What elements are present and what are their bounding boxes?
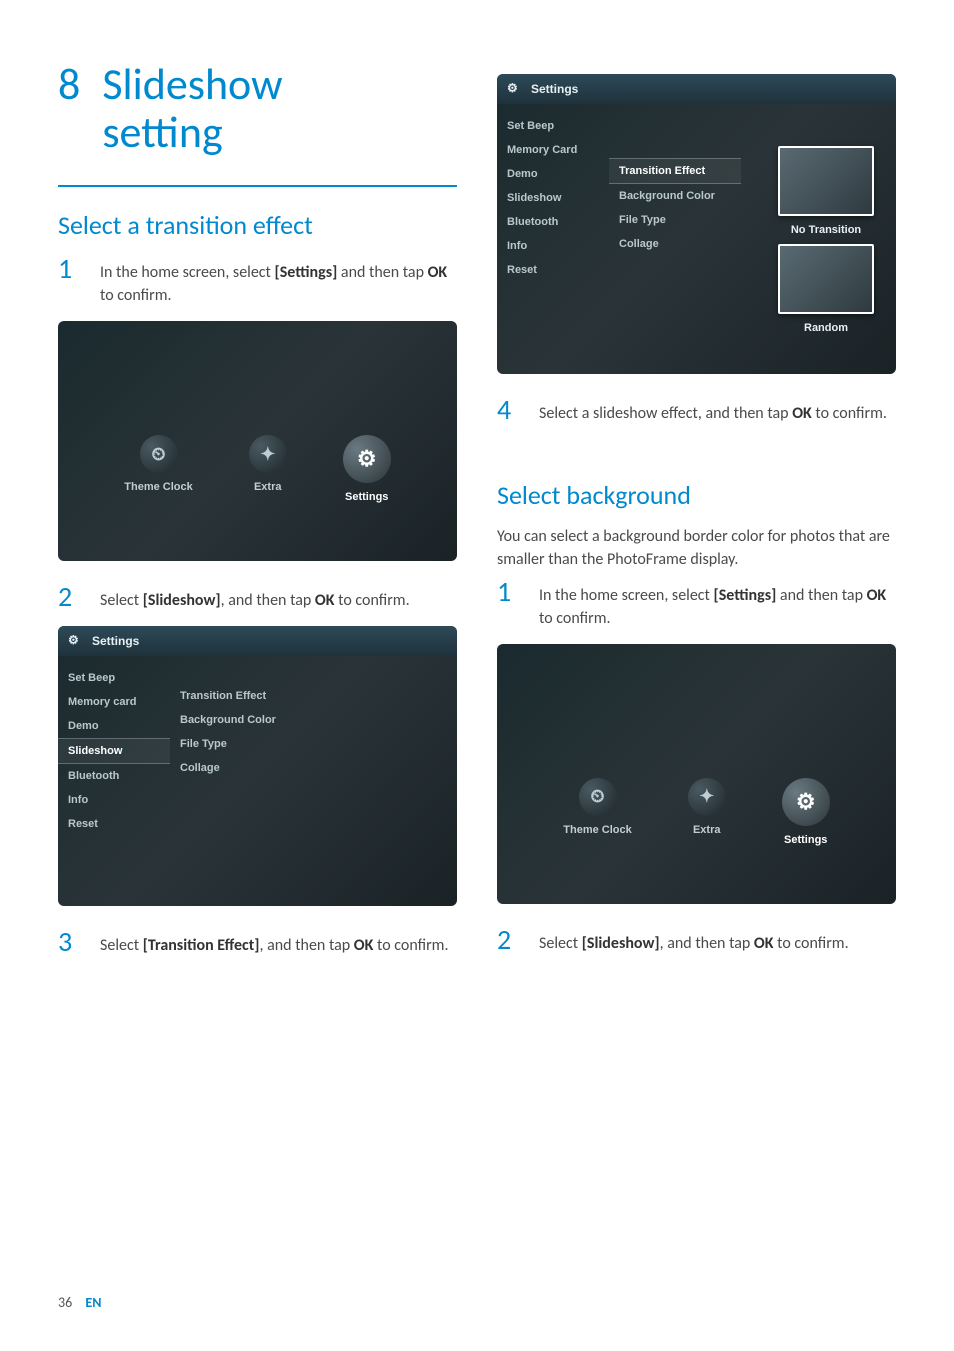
section-b-intro: You can select a background border color… — [497, 525, 896, 571]
preview-thumbnail — [778, 244, 874, 314]
step-a1: 1 In the home screen, select [Settings] … — [58, 255, 457, 307]
sublist-item: Collage — [170, 756, 302, 780]
sidebar-item: Info — [58, 788, 170, 812]
step-number: 4 — [497, 396, 539, 424]
sidebar-item: Bluetooth — [58, 764, 170, 788]
step-number: 3 — [58, 928, 100, 956]
step-text: In the home screen, select [Settings] an… — [100, 255, 457, 307]
page-number: 36 — [58, 1294, 72, 1311]
home-icon-settings: ⚙ Settings — [782, 778, 830, 846]
preview-thumbnail — [778, 146, 874, 216]
screenshot-home-2: ⏲ Theme Clock ✦ Extra ⚙ Settings — [497, 644, 896, 904]
sidebar-item-selected: Slideshow — [58, 738, 170, 764]
page-lang: EN — [85, 1294, 101, 1311]
sublist-item-selected: Transition Effect — [609, 158, 741, 184]
step-number: 2 — [58, 583, 100, 611]
sublist-item: Background Color — [609, 184, 741, 208]
sidebar-item: Set Beep — [58, 666, 170, 690]
screenshot-home: ⏲ Theme Clock ✦ Extra ⚙ Settings — [58, 321, 457, 561]
step-text: Select a slideshow effect, and then tap … — [539, 396, 887, 425]
section-a-heading: Select a transition effect — [58, 209, 457, 241]
sublist-item: Background Color — [170, 708, 302, 732]
puzzle-icon: ✦ — [260, 444, 275, 465]
sidebar-item: Demo — [58, 714, 170, 738]
sublist-item: Collage — [609, 232, 741, 256]
sidebar-item: Demo — [497, 162, 609, 186]
step-a3: 3 Select [Transition Effect], and then t… — [58, 928, 457, 957]
sublist-item: File Type — [170, 732, 302, 756]
sidebar-item: Reset — [497, 258, 609, 282]
clock-icon: ⏲ — [151, 444, 165, 465]
home-icon-theme-clock: ⏲ Theme Clock — [563, 778, 631, 846]
step-b1: 1 In the home screen, select [Settings] … — [497, 578, 896, 630]
sublist-item: File Type — [609, 208, 741, 232]
screenshot-transition-effect: ⚙ Settings Set Beep Memory Card Demo Sli… — [497, 74, 896, 374]
step-number: 2 — [497, 926, 539, 954]
gear-icon: ⚙ — [796, 789, 816, 815]
step-number: 1 — [497, 578, 539, 606]
chapter-heading: 8 Slideshow setting — [58, 60, 457, 157]
window-title: Settings — [531, 82, 578, 96]
screenshot-settings-slideshow: ⚙ Settings Set Beep Memory card Demo Sli… — [58, 626, 457, 906]
home-icon-extra: ✦ Extra — [688, 778, 726, 846]
home-icon-extra: ✦ Extra — [249, 435, 287, 503]
sidebar-item: Memory card — [58, 690, 170, 714]
section-b-heading: Select background — [497, 479, 896, 511]
step-b2: 2 Select [Slideshow], and then tap OK to… — [497, 926, 896, 955]
divider — [58, 185, 457, 187]
clock-icon: ⏲ — [590, 786, 604, 807]
sidebar-item: Memory Card — [497, 138, 609, 162]
page-footer: 36 EN — [58, 1294, 101, 1311]
gear-icon: ⚙ — [357, 446, 377, 472]
puzzle-icon: ✦ — [699, 786, 714, 807]
chapter-title-l2: setting — [102, 105, 222, 159]
preview-caption: No Transition — [774, 224, 878, 236]
step-text: Select [Transition Effect], and then tap… — [100, 928, 449, 957]
gear-icon: ⚙ — [507, 81, 523, 97]
home-icon-settings: ⚙ Settings — [343, 435, 391, 503]
chapter-number: 8 — [58, 60, 80, 108]
step-text: Select [Slideshow], and then tap OK to c… — [539, 926, 849, 955]
sidebar-item: Set Beep — [497, 114, 609, 138]
sublist-item: Transition Effect — [170, 684, 302, 708]
window-title: Settings — [92, 634, 139, 648]
home-icon-theme-clock: ⏲ Theme Clock — [124, 435, 192, 503]
sidebar-item: Info — [497, 234, 609, 258]
step-text: In the home screen, select [Settings] an… — [539, 578, 896, 630]
chapter-title-l1: Slideshow — [102, 57, 282, 111]
sidebar-item: Slideshow — [497, 186, 609, 210]
step-a2: 2 Select [Slideshow], and then tap OK to… — [58, 583, 457, 612]
step-text: Select [Slideshow], and then tap OK to c… — [100, 583, 410, 612]
sidebar-item: Reset — [58, 812, 170, 836]
sidebar-item: Bluetooth — [497, 210, 609, 234]
gear-icon: ⚙ — [68, 633, 84, 649]
step-number: 1 — [58, 255, 100, 283]
step-a4: 4 Select a slideshow effect, and then ta… — [497, 396, 896, 425]
preview-caption: Random — [774, 322, 878, 334]
